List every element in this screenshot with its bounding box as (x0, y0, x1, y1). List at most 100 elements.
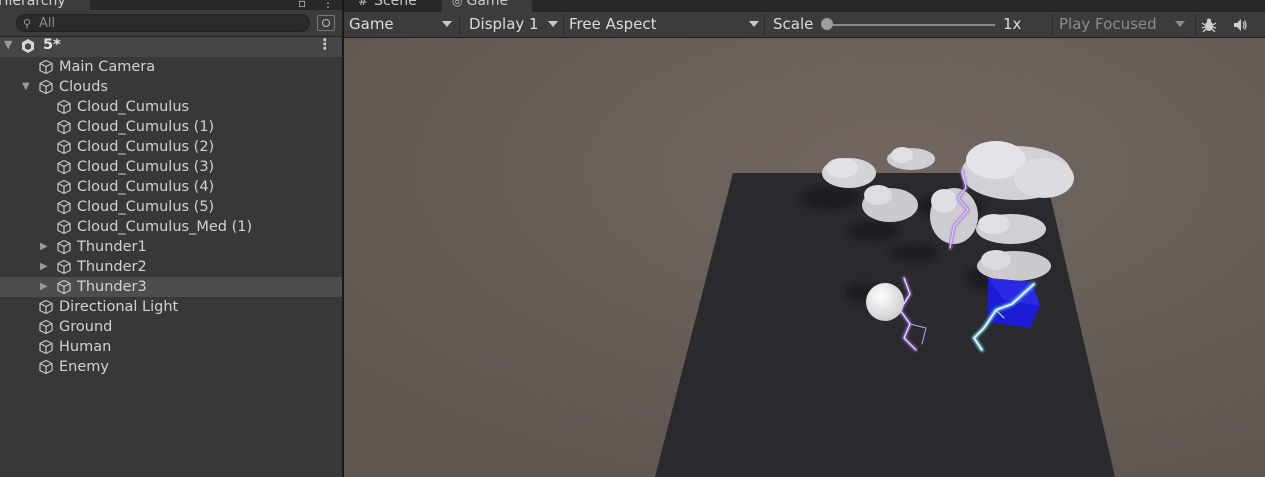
hierarchy-item[interactable]: Main Camera (0, 57, 342, 77)
tab-game[interactable]: ◎ Game (442, 0, 532, 12)
hierarchy-item-label: Thunder3 (77, 279, 147, 295)
hierarchy-item-label: Main Camera (59, 59, 156, 75)
search-options-button[interactable] (317, 15, 335, 31)
collapse-arrow-icon[interactable]: ▼ (4, 38, 12, 51)
collapse-arrow-icon[interactable]: ▼ (22, 77, 30, 97)
maximize-icon[interactable]: ▫ (298, 0, 306, 10)
hierarchy-item[interactable]: ▶ Thunder2 (0, 257, 342, 277)
scale-slider-handle[interactable] (821, 18, 833, 30)
gameobject-cube-icon (39, 359, 53, 375)
toolbar-divider (764, 14, 765, 35)
hierarchy-search-input[interactable]: ⚲ All (16, 14, 310, 32)
gameobject-cube-icon (39, 339, 53, 355)
search-placeholder: All (39, 16, 56, 31)
speaker-icon (1234, 19, 1247, 31)
scale-slider-track[interactable] (827, 24, 995, 26)
hierarchy-item-label: Cloud_Cumulus (4) (77, 179, 215, 195)
hierarchy-item-label: Cloud_Cumulus (5) (77, 199, 215, 215)
hierarchy-item[interactable]: Cloud_Cumulus (1) (0, 117, 342, 137)
search-icon: ⚲ (23, 17, 32, 30)
hierarchy-tab[interactable]: Hierarchy (0, 0, 90, 10)
hierarchy-item-label: Thunder2 (77, 259, 147, 275)
gameobject-cube-icon (57, 179, 71, 195)
gameobject-cube-icon (39, 79, 53, 95)
hierarchy-item[interactable]: Directional Light (0, 297, 342, 317)
cloud-cumulus-4 (976, 214, 1046, 244)
hierarchy-tab-label: Hierarchy (0, 0, 66, 9)
toolbar-divider (1052, 14, 1053, 35)
toolbar-divider (459, 14, 460, 35)
aspect-dropdown[interactable]: Free Aspect (569, 12, 764, 37)
scene-grid-icon: # (358, 0, 369, 8)
play-mode-value: Play Focused (1059, 15, 1157, 33)
aspect-value: Free Aspect (569, 15, 657, 33)
bug-icon (1201, 18, 1217, 33)
game-tabbar: # Scene ◎ Game (344, 0, 1265, 12)
hierarchy-item-label: Cloud_Cumulus (77, 99, 190, 115)
chevron-down-icon (442, 21, 452, 27)
hierarchy-panel: Hierarchy ▫ ⋮ ⚲ All ▼ 5* ⋮ Main Camera ▼ C… (0, 0, 342, 477)
stats-button[interactable] (1199, 12, 1219, 37)
scene-menu-icon[interactable]: ⋮ (318, 37, 333, 53)
hierarchy-item-label: Cloud_Cumulus_Med (1) (77, 219, 253, 235)
gamepad-icon: ◎ (452, 0, 463, 8)
hierarchy-item-label: Cloud_Cumulus (3) (77, 159, 215, 175)
gameobject-cube-icon (39, 299, 53, 315)
view-mode-dropdown[interactable]: Game (349, 12, 457, 37)
toolbar-divider (563, 14, 564, 35)
expand-arrow-icon[interactable]: ▶ (40, 257, 48, 277)
hierarchy-item[interactable]: Cloud_Cumulus (0, 97, 342, 117)
gameobject-cube-icon (57, 99, 71, 115)
hierarchy-item[interactable]: Cloud_Cumulus (3) (0, 157, 342, 177)
hierarchy-item-label: Human (59, 339, 112, 355)
view-mode-value: Game (349, 15, 394, 33)
cloud-cumulus-3 (930, 188, 978, 244)
play-mode-dropdown[interactable]: Play Focused (1059, 12, 1189, 37)
gameobject-cube-icon (39, 319, 53, 335)
hierarchy-item[interactable]: Enemy (0, 357, 342, 377)
hierarchy-item[interactable]: Human (0, 337, 342, 357)
hierarchy-item[interactable]: Cloud_Cumulus (4) (0, 177, 342, 197)
toolbar-divider (1195, 14, 1196, 35)
display-value: Display 1 (469, 15, 539, 33)
game-viewport[interactable] (344, 38, 1265, 477)
hierarchy-item[interactable]: Ground (0, 317, 342, 337)
scene-row[interactable]: ▼ 5* ⋮ (0, 37, 342, 57)
gameobject-cube-icon (57, 239, 71, 255)
scale-label: Scale (773, 15, 814, 33)
hierarchy-item[interactable]: ▼ Clouds (0, 77, 342, 97)
gameobject-cube-icon (57, 159, 71, 175)
expand-arrow-icon[interactable]: ▶ (40, 237, 48, 257)
hierarchy-item[interactable]: ▶ Thunder3 (0, 277, 342, 297)
hierarchy-item-label: Enemy (59, 359, 109, 375)
tab-scene[interactable]: # Scene (348, 0, 427, 12)
scene-name: 5* (43, 37, 61, 53)
cloud-cumulus (822, 158, 876, 188)
gameobject-cube-icon (57, 259, 71, 275)
hierarchy-search-row: ⚲ All (0, 10, 342, 37)
tab-scene-label: Scene (374, 0, 417, 9)
game-toolbar: Game Display 1 Free Aspect Scale 1x Play… (344, 12, 1265, 38)
hierarchy-item[interactable]: Cloud_Cumulus (2) (0, 137, 342, 157)
chevron-down-icon (1175, 21, 1185, 27)
chevron-down-icon (749, 21, 759, 27)
hierarchy-item[interactable]: ▶ Thunder1 (0, 237, 342, 257)
chevron-down-icon (548, 21, 558, 27)
hierarchy-item-label: Thunder1 (77, 239, 147, 255)
expand-arrow-icon[interactable]: ▶ (40, 277, 48, 297)
display-dropdown[interactable]: Display 1 (469, 12, 559, 37)
hierarchy-item[interactable]: Cloud_Cumulus (5) (0, 197, 342, 217)
tab-game-label: Game (466, 0, 509, 9)
audio-mute-button[interactable] (1230, 12, 1250, 37)
gameobject-cube-icon (57, 219, 71, 235)
hierarchy-item-label: Clouds (59, 79, 108, 95)
gameobject-cube-icon (57, 199, 71, 215)
panel-menu-icon[interactable]: ⋮ (322, 0, 334, 10)
hierarchy-item-label: Cloud_Cumulus (1) (77, 119, 215, 135)
gameobject-cube-icon (39, 59, 53, 75)
gameobject-cube-icon (57, 139, 71, 155)
hierarchy-item[interactable]: Cloud_Cumulus_Med (1) (0, 217, 342, 237)
game-panel: # Scene ◎ Game Game Display 1 Free Aspect … (344, 0, 1265, 477)
hierarchy-item-label: Ground (59, 319, 113, 335)
hierarchy-item-label: Cloud_Cumulus (2) (77, 139, 215, 155)
